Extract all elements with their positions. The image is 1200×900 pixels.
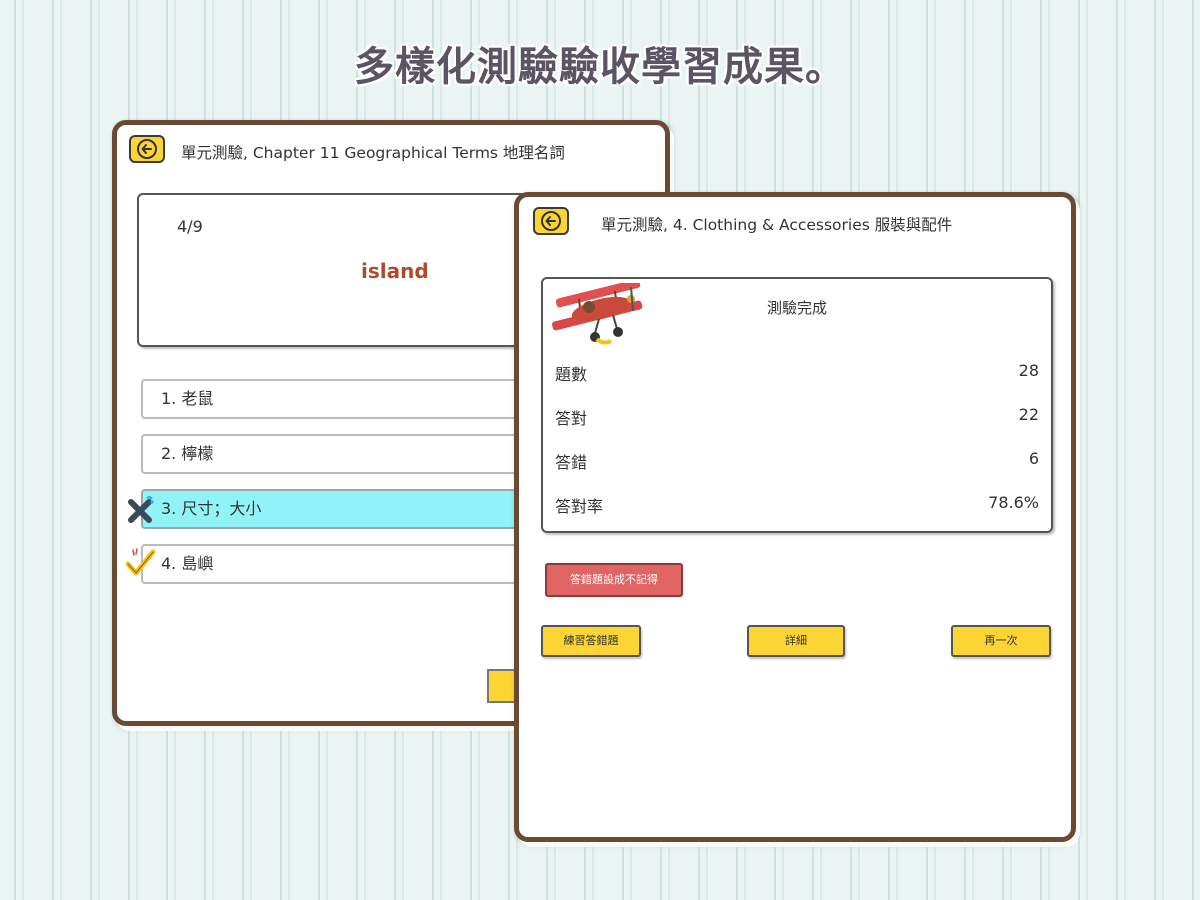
back-button[interactable]	[129, 135, 165, 163]
reset-wrong-button[interactable]: 答錯題設成不記得	[545, 563, 683, 597]
result-heading: 測驗完成	[766, 299, 827, 317]
result-card: 測驗完成 題數 28 答對 22 答錯 6 答對率 78.6%	[541, 277, 1053, 533]
answer-option-2[interactable]: 2. 檸檬	[141, 434, 541, 474]
stat-label: 答對	[555, 409, 588, 428]
answer-option-4[interactable]: 4. 島嶼	[141, 544, 541, 584]
stat-label: 題數	[555, 365, 588, 384]
question-counter: 4/9	[177, 217, 203, 236]
stat-label: 答對率	[555, 497, 604, 516]
next-button[interactable]	[487, 669, 517, 703]
stat-label: 答錯	[555, 453, 588, 472]
answer-option-label: 4. 島嶼	[161, 554, 214, 573]
stat-value: 6	[1028, 449, 1039, 468]
practice-wrong-button[interactable]: 練習答錯題	[541, 625, 641, 657]
retry-button[interactable]: 再一次	[951, 625, 1051, 657]
check-icon	[125, 548, 156, 576]
arrow-left-icon	[137, 139, 157, 159]
stat-value: 28	[1018, 361, 1039, 380]
arrow-left-icon	[541, 211, 561, 231]
answer-option-3[interactable]: 3. 尺寸；大小	[141, 489, 541, 529]
answer-option-label: 2. 檸檬	[161, 444, 214, 463]
result-panel: 單元測驗, 4. Clothing & Accessories 服裝與配件 測驗…	[514, 192, 1076, 842]
answer-option-label: 3. 尺寸；大小	[161, 499, 262, 518]
cross-icon	[128, 496, 154, 523]
question-word: island	[361, 259, 429, 283]
result-title-bar: 單元測驗, 4. Clothing & Accessories 服裝與配件	[601, 216, 953, 234]
answer-option-label: 1. 老鼠	[161, 389, 214, 408]
stat-value: 78.6%	[988, 493, 1039, 512]
stat-value: 22	[1018, 405, 1039, 424]
question-card: 4/9 island	[137, 193, 561, 347]
page-headline: 多樣化測驗驗收學習成果。	[354, 44, 846, 90]
quiz-title: 單元測驗, Chapter 11 Geographical Terms 地理名詞	[181, 144, 565, 162]
back-button[interactable]	[533, 207, 569, 235]
answer-option-1[interactable]: 1. 老鼠	[141, 379, 541, 419]
detail-button[interactable]: 詳細	[747, 625, 845, 657]
